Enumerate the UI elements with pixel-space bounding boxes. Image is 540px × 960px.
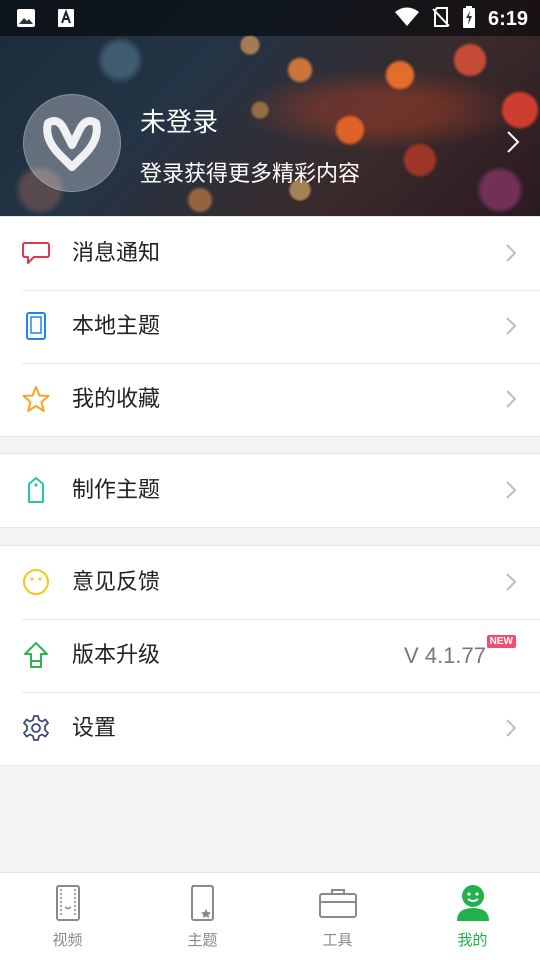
nav-tab-video[interactable]: 视频: [0, 873, 135, 960]
status-bar: 6:19: [0, 0, 540, 36]
chevron-right-icon: [506, 390, 517, 408]
font-a-icon: [56, 8, 76, 28]
nav-label: 视频: [52, 931, 83, 949]
message-bubble-icon: [22, 239, 50, 267]
battery-charging-icon: [462, 6, 476, 32]
menu-item-feedback[interactable]: 意见反馈: [0, 546, 540, 619]
star-icon: [22, 385, 50, 413]
menu-item-notifications[interactable]: 消息通知: [0, 217, 540, 290]
nav-label: 主题: [187, 931, 218, 949]
nav-tab-theme[interactable]: 主题: [135, 873, 270, 960]
menu-label: 本地主题: [72, 314, 161, 339]
chevron-right-icon[interactable]: [506, 130, 520, 154]
smiley-icon: [22, 568, 50, 596]
avatar[interactable]: [23, 94, 121, 192]
menu-section-app: 意见反馈 版本升级 V 4.1.77 NEW 设置: [0, 545, 540, 766]
login-prompt: 登录获得更多精彩内容: [140, 162, 361, 187]
menu-item-local-theme[interactable]: 本地主题: [0, 290, 540, 363]
no-sim-icon: [432, 7, 450, 31]
phone-icon: [22, 312, 50, 340]
menu-section-personal: 消息通知 本地主题 我的收藏: [0, 216, 540, 437]
app-logo-icon: [43, 117, 101, 171]
chevron-right-icon: [506, 481, 517, 499]
chevron-right-icon: [506, 719, 517, 737]
menu-item-settings[interactable]: 设置: [0, 692, 540, 765]
chevron-right-icon: [506, 317, 517, 335]
image-icon: [16, 8, 36, 28]
new-badge: NEW: [486, 635, 516, 648]
menu-section-create: 制作主题: [0, 453, 540, 528]
version-number: V 4.1.77: [404, 643, 486, 668]
menu-item-make-theme[interactable]: 制作主题: [0, 454, 540, 527]
bottom-navigation: 视频 主题 工具 我的: [0, 872, 540, 960]
chevron-right-icon: [506, 244, 517, 262]
upload-arrow-icon: [22, 641, 50, 669]
menu-label: 消息通知: [72, 241, 161, 266]
video-icon: [48, 883, 88, 923]
profile-icon: [453, 883, 493, 923]
toolbox-icon: [318, 883, 358, 923]
menu-item-upgrade[interactable]: 版本升级 V 4.1.77 NEW: [0, 619, 540, 692]
menu-label: 我的收藏: [72, 387, 161, 412]
login-status: 未登录: [140, 108, 219, 138]
shirt-tag-icon: [22, 476, 50, 504]
menu-item-favorites[interactable]: 我的收藏: [0, 363, 540, 436]
nav-label: 我的: [457, 931, 488, 949]
theme-icon: [183, 883, 223, 923]
menu-label: 版本升级: [72, 643, 161, 668]
menu-label: 意见反馈: [72, 570, 161, 595]
nav-label: 工具: [322, 931, 353, 949]
nav-tab-tools[interactable]: 工具: [270, 873, 405, 960]
menu-label: 制作主题: [72, 478, 161, 503]
menu-label: 设置: [72, 716, 117, 741]
profile-header[interactable]: 6:19 未登录 登录获得更多精彩内容: [0, 0, 540, 216]
status-time: 6:19: [487, 7, 528, 30]
chevron-right-icon: [506, 573, 517, 591]
gear-icon: [22, 714, 50, 742]
nav-tab-mine[interactable]: 我的: [405, 873, 540, 960]
wifi-icon: [394, 7, 420, 31]
